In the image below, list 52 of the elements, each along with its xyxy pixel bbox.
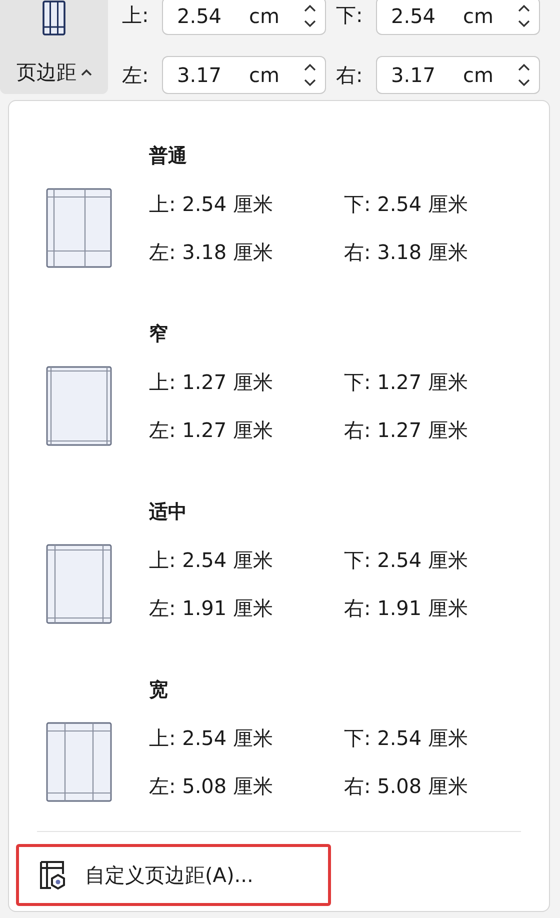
page-margins-icon — [46, 722, 112, 802]
unit-label: cm — [463, 4, 494, 28]
margin-input[interactable]: 2.54 cm — [162, 0, 326, 35]
unit-label: cm — [463, 63, 494, 88]
spin-up-icon[interactable] — [303, 4, 317, 13]
margin-preset-option[interactable]: 适中 上: 2.54 厘米 下: 2.54 厘米 左: 1.91 厘米 右: 1.91 厘米 — [9, 488, 549, 632]
caret-icon — [80, 69, 92, 76]
spin-down-icon[interactable] — [303, 18, 317, 28]
spin-up-icon[interactable] — [517, 4, 531, 13]
spin-up-icon[interactable] — [517, 63, 531, 72]
margin-value: 下: 2.54 厘米 — [344, 724, 468, 752]
preset-title: 适中 — [149, 500, 188, 525]
spin-down-icon[interactable] — [517, 18, 531, 28]
margin-value: 右: 1.91 厘米 — [344, 594, 468, 622]
margin-value: 上: 2.54 厘米 — [149, 546, 274, 574]
margin-value: 下: 1.27 厘米 — [344, 368, 468, 396]
field-label: 上: — [122, 2, 150, 30]
margin-value: 左: 1.27 厘米 — [149, 416, 274, 444]
field-label: 左: — [122, 62, 150, 89]
margin-value: 下: 2.54 厘米 — [344, 546, 468, 574]
spin-up-icon[interactable] — [303, 63, 317, 72]
page-margins-icon — [46, 544, 112, 624]
unit-label: cm — [249, 4, 280, 28]
margin-value: 右: 1.27 厘米 — [344, 416, 468, 444]
margin-input[interactable]: 2.54 cm — [376, 0, 540, 35]
margin-value: 右: 5.08 厘米 — [344, 772, 468, 800]
margin-value: 左: 3.18 厘米 — [149, 238, 274, 266]
margins-button[interactable]: 页边距 — [0, 0, 108, 94]
spin-down-icon[interactable] — [517, 78, 531, 88]
margin-preset-option[interactable]: 宽 上: 2.54 厘米 下: 2.54 厘米 左: 5.08 厘米 右: 5.08 厘米 — [9, 666, 549, 810]
margin-value: 右: 3.18 厘米 — [344, 238, 468, 266]
preset-title: 窄 — [149, 322, 169, 347]
preset-title: 宽 — [149, 678, 169, 703]
custom-margins-item[interactable]: 自定义页边距(A)... — [16, 844, 331, 906]
margin-input[interactable]: 3.17 cm — [376, 56, 540, 94]
margin-value: 左: 5.08 厘米 — [149, 772, 274, 800]
preset-title: 普通 — [149, 144, 188, 169]
page-margins-icon — [46, 188, 112, 268]
margin-preset-option[interactable]: 窄 上: 1.27 厘米 下: 1.27 厘米 左: 1.27 厘米 右: 1.27 厘米 — [9, 310, 549, 454]
margin-value: 上: 2.54 厘米 — [149, 190, 274, 218]
spin-down-icon[interactable] — [303, 78, 317, 88]
unit-label: cm — [249, 63, 280, 88]
margin-value: 上: 2.54 厘米 — [149, 724, 274, 752]
margin-value: 下: 2.54 厘米 — [344, 190, 468, 218]
margin-value: 左: 1.91 厘米 — [149, 594, 274, 622]
field-label: 右: — [336, 62, 364, 89]
custom-margins-icon — [39, 860, 67, 890]
margin-input[interactable]: 3.17 cm — [162, 56, 326, 94]
margin-value: 上: 1.27 厘米 — [149, 368, 274, 396]
page-margins-icon — [46, 366, 112, 446]
field-label: 下: — [336, 2, 364, 30]
margin-preset-option[interactable]: 普通 上: 2.54 厘米 下: 2.54 厘米 左: 3.18 厘米 右: 3.18 厘米 — [9, 132, 549, 276]
